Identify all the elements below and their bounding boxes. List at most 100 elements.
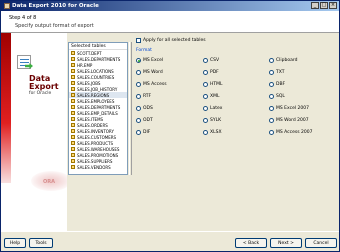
cancel-button[interactable]: Cancel — [305, 238, 337, 248]
checkbox-icon[interactable] — [136, 38, 141, 43]
radio-icon[interactable] — [203, 118, 208, 123]
radio-icon[interactable] — [136, 130, 141, 135]
radio-icon[interactable] — [269, 106, 274, 111]
selected-tables-list[interactable]: Selected tables SCOTT.DEPT SALES.DEPARTME… — [68, 42, 128, 175]
close-icon[interactable]: × — [329, 2, 337, 9]
table-icon — [71, 111, 75, 115]
wizard-header: Step 4 of 8 Specify output format of exp… — [1, 11, 339, 33]
format-radio[interactable]: RTF — [136, 94, 151, 99]
minimize-icon[interactable]: _ — [311, 2, 319, 9]
radio-icon[interactable] — [136, 106, 141, 111]
table-name: SALES.JOBS — [77, 80, 101, 86]
radio-icon[interactable] — [203, 82, 208, 87]
table-icon — [71, 123, 75, 127]
format-label: PDF — [210, 70, 219, 75]
radio-icon[interactable] — [203, 106, 208, 111]
format-radio[interactable]: MS Access — [136, 82, 167, 87]
table-name: SALES.LOCATIONS — [77, 68, 114, 74]
radio-icon[interactable] — [269, 82, 274, 87]
radio-icon[interactable] — [269, 58, 274, 63]
format-radio[interactable]: MS Excel — [136, 58, 163, 63]
format-radio[interactable]: MS Word 2007 — [269, 118, 309, 123]
back-button[interactable]: < Back — [235, 238, 267, 248]
format-label: Latex — [210, 106, 223, 111]
table-icon — [71, 165, 75, 169]
format-radio[interactable]: XML — [203, 94, 219, 99]
watermark-text: ORA — [43, 179, 55, 185]
tools-button[interactable]: Tools — [29, 238, 53, 248]
format-radio[interactable]: HTML — [203, 82, 223, 87]
table-icon — [71, 57, 75, 61]
apply-all-checkbox[interactable]: Apply for all selected tables — [136, 38, 206, 43]
apply-all-label: Apply for all selected tables — [143, 38, 206, 43]
table-name: SALES.INVENTORY — [77, 128, 114, 134]
format-label: RTF — [143, 94, 152, 99]
product-name: Data Export — [29, 74, 59, 91]
format-label: MS Excel 2007 — [276, 106, 309, 111]
format-radio[interactable]: ODS — [136, 106, 153, 111]
format-radio[interactable]: DIF — [136, 130, 150, 135]
radio-icon[interactable] — [203, 94, 208, 99]
table-name: SCOTT.DEPT — [77, 50, 102, 56]
format-radio[interactable]: Clipboard — [269, 58, 298, 63]
format-radio[interactable]: DBF — [269, 82, 285, 87]
radio-icon[interactable] — [269, 70, 274, 75]
format-label: SQL — [276, 94, 285, 99]
table-name: SALES.REGIONS — [77, 92, 110, 98]
radio-icon[interactable] — [269, 118, 274, 123]
next-button[interactable]: Next > — [270, 238, 302, 248]
table-name: SALES.SUPPLIERS — [77, 158, 113, 164]
format-radio[interactable]: SYLK — [203, 118, 221, 123]
format-radio[interactable]: MS Word — [136, 70, 163, 75]
table-icon — [71, 81, 75, 85]
radio-icon[interactable] — [203, 58, 208, 63]
format-label: MS Access — [143, 82, 167, 87]
format-label: XLSX — [210, 130, 222, 135]
format-label: Clipboard — [276, 58, 298, 63]
splitter[interactable] — [129, 42, 132, 175]
table-name: SALES.EMP_DETAILS — [77, 110, 118, 116]
title-bar[interactable]: Data Export 2010 for Oracle _ □ × — [1, 1, 339, 11]
format-radio[interactable]: PDF — [203, 70, 219, 75]
format-label: MS Word 2007 — [276, 118, 309, 123]
format-label: MS Access 2007 — [276, 130, 313, 135]
table-name: SALES.COUNTRIES — [77, 74, 115, 80]
table-name: SALES.ITEMS — [77, 116, 104, 122]
radio-icon[interactable] — [136, 118, 141, 123]
format-radio[interactable]: SQL — [269, 94, 285, 99]
radio-icon[interactable] — [136, 94, 141, 99]
format-radio[interactable]: ODT — [136, 118, 153, 123]
table-list-item[interactable]: SALES.WAREHOUSES — [69, 146, 127, 152]
radio-icon[interactable] — [136, 70, 141, 75]
branding-panel: Data Export for Oracle ORA — [1, 33, 67, 231]
format-radio[interactable]: MS Access 2007 — [269, 130, 312, 135]
help-button[interactable]: Help — [4, 238, 26, 248]
table-list-item[interactable]: SALES.DEPARTMENTS — [69, 104, 127, 110]
radio-icon[interactable] — [269, 130, 274, 135]
table-icon — [71, 105, 75, 109]
table-list-item[interactable]: SALES.DEPARTMENTS — [69, 56, 127, 62]
radio-icon[interactable] — [203, 70, 208, 75]
radio-icon[interactable] — [269, 94, 274, 99]
format-radio[interactable]: MS Excel 2007 — [269, 106, 309, 111]
format-radio[interactable]: CSV — [203, 58, 219, 63]
format-radio[interactable]: XLSX — [203, 130, 222, 135]
format-radio[interactable]: Latex — [203, 106, 222, 111]
maximize-icon[interactable]: □ — [320, 2, 328, 9]
format-radio[interactable]: TXT — [269, 70, 285, 75]
radio-icon[interactable] — [136, 82, 141, 87]
format-label: TXT — [276, 70, 285, 75]
format-label: CSV — [210, 58, 220, 63]
app-icon — [4, 3, 10, 9]
radio-icon[interactable] — [203, 130, 208, 135]
table-icon — [71, 93, 75, 97]
table-icon — [71, 69, 75, 73]
table-name: SALES.WAREHOUSES — [77, 146, 120, 152]
step-indicator: Step 4 of 8 — [9, 15, 37, 21]
table-icon — [71, 147, 75, 151]
table-name: SALES.PROMOTIONS — [77, 152, 119, 158]
radio-icon[interactable] — [136, 58, 141, 63]
table-icon — [71, 141, 75, 145]
table-list-item[interactable]: SALES.VENDORS — [69, 164, 127, 170]
table-icon — [71, 159, 75, 163]
